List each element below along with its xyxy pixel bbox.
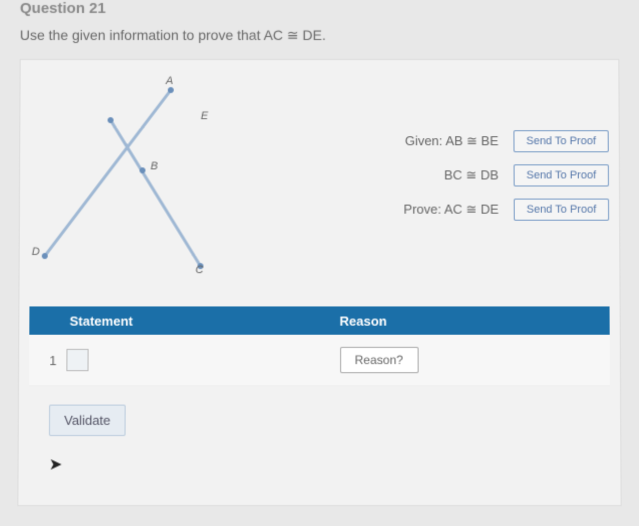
row-number: 1	[49, 352, 56, 367]
point-label-a: A	[166, 75, 173, 87]
given-text: BC ≅ DB	[378, 167, 498, 183]
givens-list: Given: AB ≅ BE Send To Proof BC ≅ DB Sen…	[251, 130, 609, 220]
proof-table-header: Statement Reason	[29, 306, 609, 334]
header-reason: Reason	[320, 313, 610, 328]
point-label-d: D	[32, 246, 40, 258]
validate-button[interactable]: Validate	[49, 405, 126, 436]
instruction-text: Use the given information to prove that …	[20, 27, 620, 59]
point-label-c: C	[195, 264, 203, 276]
given-row: Given: AB ≅ BE Send To Proof	[251, 130, 609, 152]
figure-svg	[30, 75, 231, 276]
question-number: Question 21	[20, 0, 619, 27]
given-row: BC ≅ DB Send To Proof	[251, 164, 609, 186]
geometry-figure: A E B D C	[30, 75, 231, 276]
send-to-proof-button[interactable]: Send To Proof	[514, 164, 609, 186]
reason-button[interactable]: Reason?	[340, 347, 419, 373]
table-row: 1 Reason?	[29, 335, 610, 387]
proof-panel: A E B D C Given: AB ≅ BE Send To Proof B…	[17, 59, 621, 506]
point-label-b: B	[150, 160, 157, 172]
statement-input[interactable]	[67, 349, 89, 371]
send-to-proof-button[interactable]: Send To Proof	[514, 199, 609, 221]
send-to-proof-button[interactable]: Send To Proof	[513, 130, 608, 152]
given-row: Prove: AC ≅ DE Send To Proof	[251, 199, 609, 221]
cursor-icon: ➤	[49, 454, 611, 474]
given-text: Prove: AC ≅ DE	[378, 202, 498, 218]
point-label-e: E	[201, 110, 208, 122]
header-statement: Statement	[29, 313, 319, 328]
given-text: Given: AB ≅ BE	[378, 133, 498, 149]
